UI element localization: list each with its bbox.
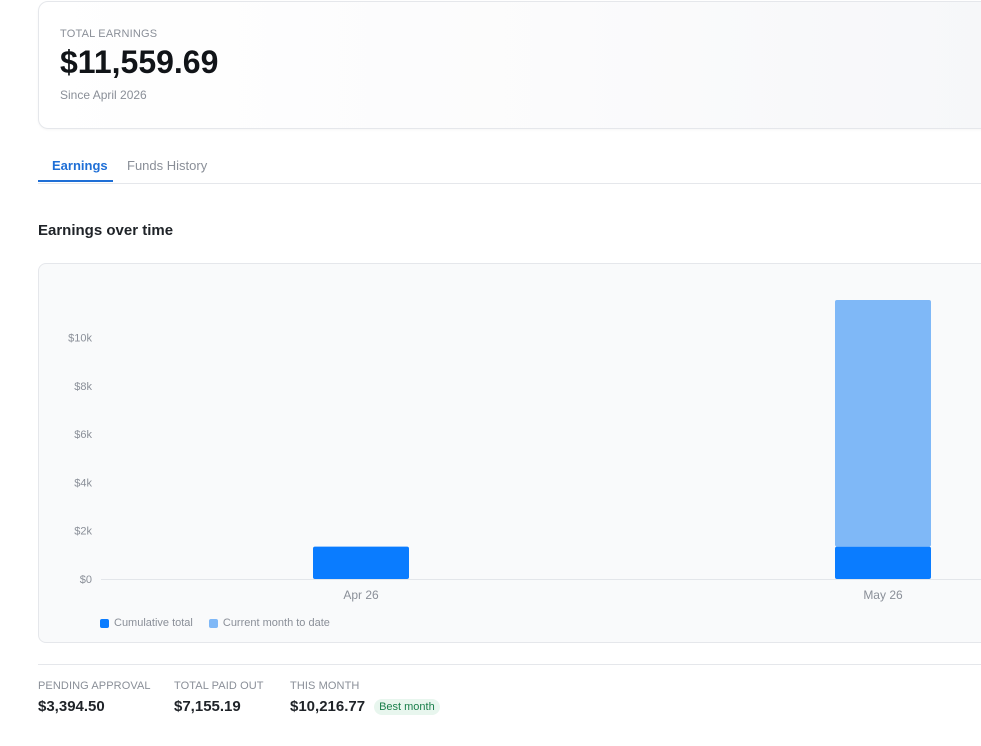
stat-value: $10,216.77 [290,698,366,715]
bar-current-month [835,300,931,547]
tab-funds-history[interactable]: Funds History [127,158,207,173]
total-earnings-card: TOTAL EARNINGS $11,559.69 Since April 20… [38,1,981,129]
tab-earnings[interactable]: Earnings [52,158,108,173]
legend-item-cumulative: Cumulative total [100,617,193,629]
total-earnings-label: TOTAL EARNINGS [60,28,158,40]
bar-cumulative [313,546,409,579]
legend-label-current-month: Current month to date [222,617,330,629]
y-tick-label: $2k [74,526,92,538]
stat-label: TOTAL PAID OUT [174,680,264,692]
chart-legend: Cumulative total Current month to date [100,617,330,629]
stat-value: $3,394.50 [38,698,105,715]
best-month-badge: Best month [374,698,440,715]
stat-value-wrap: $3,394.50 [38,698,151,715]
stat-value: $7,155.19 [174,698,241,715]
tab-bar: Earnings Funds History [38,150,981,184]
total-earnings-amount: $11,559.69 [60,44,219,80]
legend-swatch-current-month [208,618,218,628]
earnings-since-text: Since April 2026 [60,88,147,102]
stat-total-paid-out: TOTAL PAID OUT $7,155.19 [174,680,264,715]
y-tick-label: $8k [74,381,92,393]
stat-label: THIS MONTH [290,680,360,692]
stat-pending-approval: PENDING APPROVAL $3,394.50 [38,680,151,715]
stat-label: PENDING APPROVAL [38,680,151,692]
section-title: Earnings over time [38,222,174,239]
legend-swatch-cumulative [100,618,109,628]
earnings-chart-panel: $0 $2k $4k $6k $8k $10k Apr 26 May 26 Cumulativ… [38,263,981,643]
stat-this-month: THIS MONTH $10,216.77 Best month [290,680,440,715]
y-tick-label: $4k [74,477,92,489]
legend-item-current-month: Current month to date [208,617,330,629]
y-tick-label: $6k [74,429,92,441]
stat-value-wrap: $7,155.19 [174,698,264,715]
x-tick-label: Apr 26 [343,588,379,602]
x-tick-label: May 26 [863,588,903,602]
earnings-chart: $0 $2k $4k $6k $8k $10k Apr 26 May 26 [68,300,981,602]
active-tab-indicator [38,180,113,182]
legend-label-cumulative: Cumulative total [114,617,193,629]
y-tick-label: $0 [80,574,92,586]
bar-cumulative [835,546,931,579]
stats-divider [38,664,981,665]
y-tick-label: $10k [68,333,92,345]
stat-value-wrap: $10,216.77 Best month [290,698,440,715]
